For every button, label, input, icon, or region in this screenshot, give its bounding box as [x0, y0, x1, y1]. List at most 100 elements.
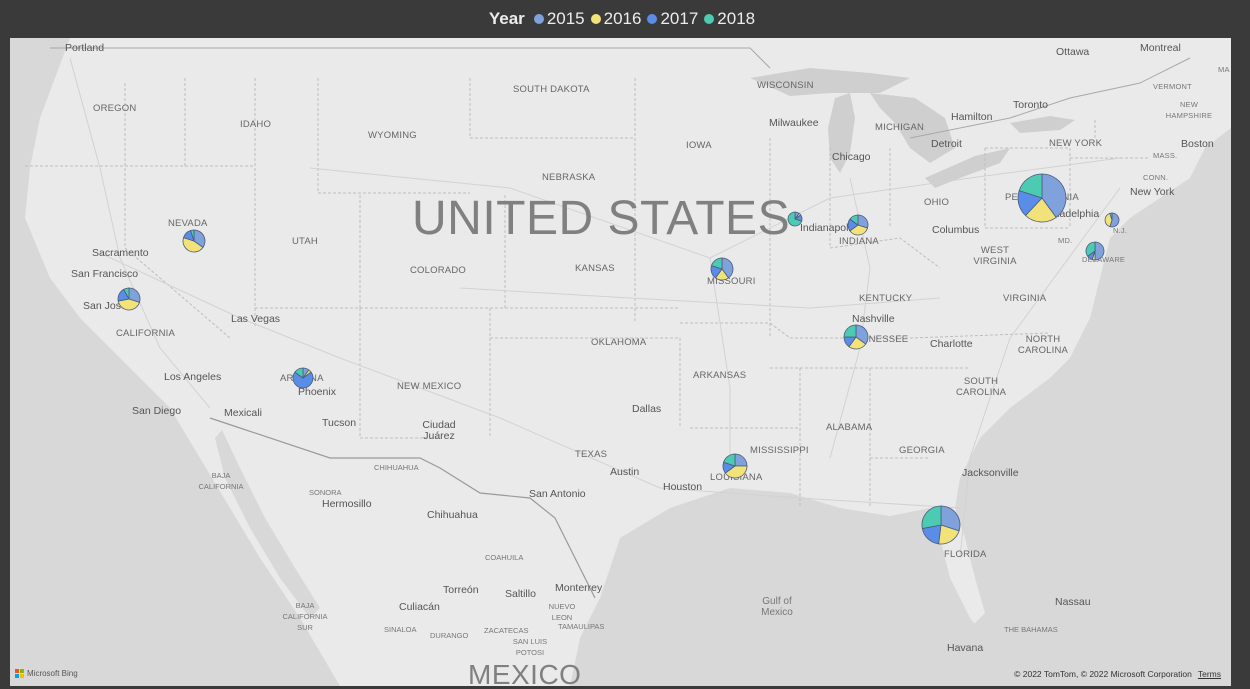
- state-label: NORTH CAROLINA: [1017, 334, 1069, 356]
- map-canvas[interactable]: UNITED STATES MEXICO OREGON IDAHO WYOMIN…: [10, 38, 1231, 686]
- legend-item-2017[interactable]: 2017: [647, 9, 698, 29]
- region-label: SAN LUIS POTOSI: [512, 637, 548, 657]
- city-label: Culiacán: [399, 601, 440, 613]
- city-label: Charlotte: [930, 338, 973, 350]
- city-label: San Jose: [83, 300, 127, 312]
- state-label: WISCONSIN: [757, 80, 814, 91]
- state-label: MA: [1218, 65, 1230, 74]
- chart-legend: Year 2015 2016 2017 2018: [0, 0, 1250, 38]
- city-label: Jacksonville: [962, 467, 1019, 479]
- state-label: WEST VIRGINIA: [973, 245, 1017, 267]
- city-label: Dallas: [632, 403, 662, 415]
- city-label: Nashville: [852, 313, 895, 325]
- city-label: Havana: [947, 642, 984, 654]
- region-label: SINALOA: [384, 625, 417, 634]
- city-label: San Antonio: [529, 488, 586, 500]
- state-label: IOWA: [686, 140, 712, 151]
- map-attribution: © 2022 TomTom, © 2022 Microsoft Corporat…: [1014, 669, 1221, 679]
- bing-logo-text: Microsoft Bing: [27, 669, 78, 678]
- state-label: COLORADO: [410, 265, 466, 276]
- lake-ontario: [1010, 116, 1075, 133]
- city-label: Chihuahua: [427, 509, 478, 521]
- city-label: Sacramento: [92, 247, 149, 259]
- region-label: BAJA CALIFORNIA SUR: [282, 601, 328, 632]
- city-label: Boston: [1181, 138, 1214, 150]
- city-label: Toronto: [1013, 99, 1049, 111]
- legend-label-2018: 2018: [717, 9, 756, 28]
- city-label: Austin: [610, 466, 640, 478]
- state-label: LOUISIANA: [710, 472, 763, 483]
- state-label: NEW HAMPSHIRE: [1165, 100, 1213, 120]
- city-label: Detroit: [931, 138, 962, 150]
- terms-link[interactable]: Terms: [1198, 669, 1221, 679]
- city-label: San Diego: [132, 405, 182, 417]
- state-label: CALIFORNIA: [116, 328, 176, 339]
- state-label: NEW MEXICO: [397, 381, 462, 392]
- legend-item-2018[interactable]: 2018: [704, 9, 755, 29]
- legend-label-2016: 2016: [603, 9, 642, 28]
- city-label: Hamilton: [951, 111, 993, 123]
- state-label: ARIZONA: [280, 373, 324, 384]
- state-label: TEXAS: [575, 449, 608, 460]
- city-label: Nassau: [1055, 596, 1091, 608]
- state-label: OHIO: [924, 197, 950, 208]
- region-label: CHIHUAHUA: [374, 463, 419, 472]
- city-label: Montreal: [1140, 42, 1181, 54]
- city-label: New York: [1130, 186, 1175, 198]
- city-label: San Francisco: [71, 268, 139, 280]
- state-label: NEW YORK: [1049, 138, 1103, 149]
- state-label: KENTUCKY: [859, 293, 913, 304]
- state-label: ALABAMA: [826, 422, 873, 433]
- map-background: [10, 38, 1231, 686]
- microsoft-logo-icon: [15, 669, 24, 678]
- city-label: Philadelphia: [1042, 208, 1100, 220]
- state-label: UTAH: [292, 236, 318, 247]
- state-label: MD.: [1058, 236, 1073, 245]
- legend-swatch-2018: [704, 14, 715, 24]
- city-label: Chicago: [832, 151, 871, 163]
- state-label: MISSISSIPPI: [750, 445, 809, 456]
- region-label: THE BAHAMAS: [1004, 625, 1058, 634]
- state-label: OREGON: [93, 103, 137, 114]
- legend-item-2015[interactable]: 2015: [533, 9, 585, 29]
- state-label: SOUTH CAROLINA: [956, 376, 1007, 398]
- city-label: Saltillo: [505, 588, 536, 600]
- state-label: CONN.: [1143, 173, 1169, 182]
- region-label: DURANGO: [430, 631, 469, 640]
- city-label: Ciudad Juárez: [422, 419, 456, 442]
- city-label: Los Angeles: [164, 371, 222, 383]
- legend-title: Year: [488, 9, 525, 28]
- city-label: Hermosillo: [322, 498, 372, 510]
- state-label: FLORIDA: [944, 549, 987, 560]
- state-label: GEORGIA: [899, 445, 945, 456]
- state-label: MISSOURI: [707, 276, 756, 287]
- city-label: Monterrey: [555, 582, 603, 594]
- copyright-text: © 2022 TomTom, © 2022 Microsoft Corporat…: [1014, 669, 1192, 679]
- state-label: ARKANSAS: [693, 370, 747, 381]
- region-label: SONORA: [309, 488, 342, 497]
- city-label: Ottawa: [1056, 46, 1090, 58]
- city-label: Tucson: [322, 417, 357, 429]
- sea-label: Gulf of Mexico: [761, 596, 793, 618]
- legend-label-2017: 2017: [660, 9, 699, 28]
- city-label: Portland: [65, 42, 105, 54]
- bing-logo: Microsoft Bing: [15, 669, 78, 678]
- state-label: OKLAHOMA: [591, 337, 647, 348]
- city-label: Houston: [663, 481, 703, 493]
- legend-swatch-2017: [647, 14, 658, 24]
- legend-swatch-2016: [590, 14, 601, 24]
- state-label: VIRGINIA: [1003, 293, 1047, 304]
- legend-label-2015: 2015: [546, 9, 585, 28]
- state-label: MASS.: [1153, 151, 1178, 160]
- state-label: MICHIGAN: [875, 122, 925, 133]
- country-label-usa: UNITED STATES: [412, 192, 791, 245]
- city-label: Las Vegas: [231, 313, 281, 325]
- legend-item-2016[interactable]: 2016: [590, 9, 642, 29]
- state-label: PENNSYLVANIA: [1005, 192, 1079, 203]
- city-label: Columbus: [932, 224, 980, 236]
- region-label: BAJA CALIFORNIA: [198, 471, 244, 491]
- state-label: NEBRASKA: [542, 172, 596, 183]
- state-label: KANSAS: [575, 263, 615, 274]
- region-label: ZACATECAS: [484, 626, 529, 635]
- city-label: Mexicali: [224, 407, 262, 419]
